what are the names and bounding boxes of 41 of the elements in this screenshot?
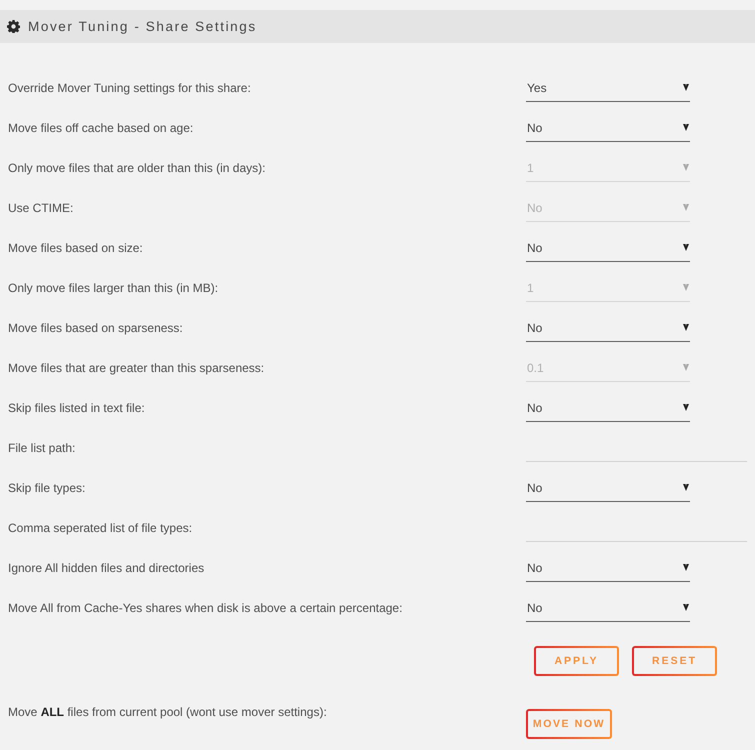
caret-icon: [683, 284, 689, 291]
dropdown: 1: [526, 274, 690, 302]
caret-icon: [683, 324, 689, 331]
dropdown[interactable]: No: [526, 594, 690, 622]
caret-icon: [683, 244, 689, 251]
setting-label: Skip files listed in text file:: [7, 401, 146, 415]
caret-icon: [683, 604, 689, 611]
dropdown[interactable]: No: [526, 554, 690, 582]
caret-icon: [683, 164, 689, 171]
caret-icon: [683, 364, 689, 371]
setting-label: Move files based on size:: [7, 241, 144, 255]
move-all-label: Move ALL files from current pool (wont use mover settings):: [7, 704, 328, 720]
setting-label: Move files that are greater than this sparseness:: [7, 361, 266, 375]
setting-label: Comma seperated list of file types:: [7, 521, 194, 535]
caret-icon: [683, 484, 689, 491]
dropdown: No: [526, 194, 690, 222]
dropdown[interactable]: Yes: [526, 74, 690, 102]
setting-label: Use CTIME:: [7, 201, 74, 215]
dropdown[interactable]: No: [526, 474, 690, 502]
dropdown[interactable]: No: [526, 234, 690, 262]
dropdown: 0.1: [526, 354, 690, 382]
caret-icon: [683, 124, 689, 131]
setting-label: Ignore All hidden files and directories: [7, 561, 206, 575]
dropdown: 1: [526, 154, 690, 182]
setting-label: Override Mover Tuning settings for this share:: [7, 81, 252, 95]
dropdown[interactable]: No: [526, 394, 690, 422]
dropdown[interactable]: No: [526, 314, 690, 342]
dropdown[interactable]: No: [526, 114, 690, 142]
gear-icon: [7, 20, 20, 33]
caret-icon: [683, 564, 689, 571]
setting-label: File list path:: [7, 441, 76, 455]
setting-label: Move All from Cache-Yes shares when disk is above a certain percentage:: [7, 601, 404, 615]
setting-label: Only move files that are older than this (in days):: [7, 161, 266, 175]
caret-icon: [683, 84, 689, 91]
panel-title: Mover Tuning - Share Settings: [28, 19, 257, 34]
setting-label: Only move files larger than this (in MB):: [7, 281, 220, 295]
caret-icon: [683, 404, 689, 411]
setting-label: Move files based on sparseness:: [7, 321, 184, 335]
setting-label: Skip file types:: [7, 481, 86, 495]
caret-icon: [683, 204, 689, 211]
setting-label: Move files off cache based on age:: [7, 121, 194, 135]
